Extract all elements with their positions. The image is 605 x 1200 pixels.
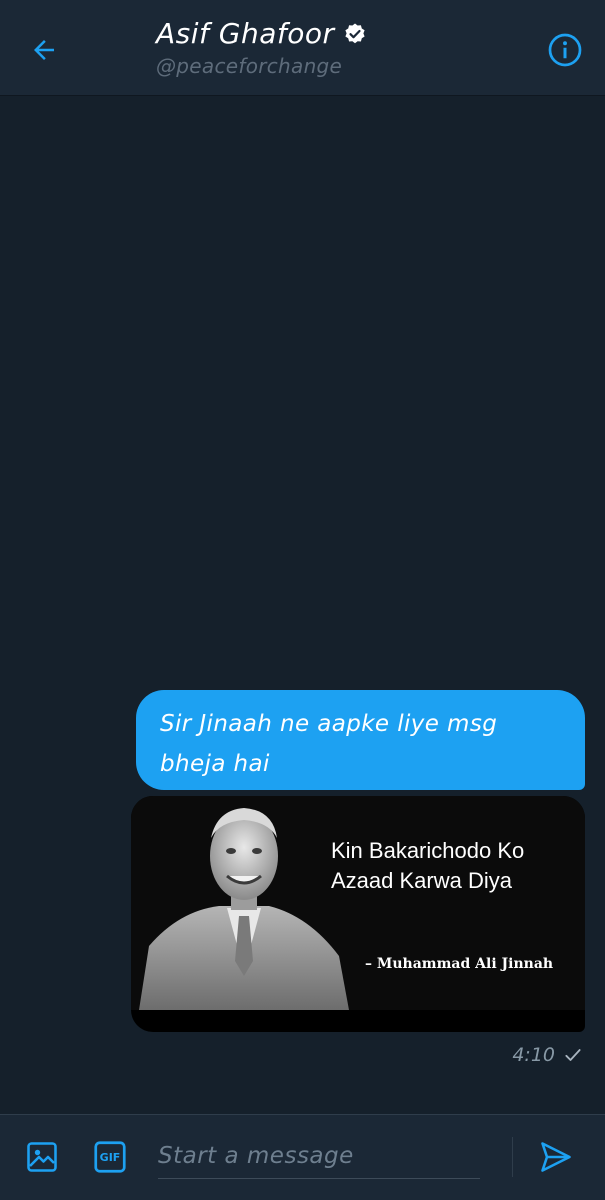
meme-quote: Kin Bakarichodo Ko Azaad Karwa Diya [331,836,524,896]
dm-conversation-screen: Asif Ghafoor @peaceforchange Sir Jinaah … [0,0,605,1200]
info-icon [548,33,582,67]
contact-name: Asif Ghafoor [156,17,335,50]
conversation-header: Asif Ghafoor @peaceforchange [0,0,605,96]
sent-message-bubble[interactable]: Sir Jinaah ne aapke liye msg bheja hai [136,690,585,790]
meme-image: Kin Bakarichodo Ko Azaad Karwa Diya – Mu… [131,796,585,1010]
check-icon [565,1049,581,1061]
back-button[interactable] [22,28,66,72]
info-button[interactable] [545,30,585,70]
message-input[interactable] [158,1133,480,1178]
meme-quote-line-1: Kin Bakarichodo Ko [331,838,525,863]
composer-divider [512,1137,513,1177]
arrow-left-icon [34,40,54,60]
contact-handle: @peaceforchange [156,54,343,78]
message-input-wrapper [158,1133,480,1179]
image-icon [27,1142,57,1172]
add-image-button[interactable] [20,1135,64,1179]
send-icon [541,1142,571,1172]
message-media-image[interactable]: Kin Bakarichodo Ko Azaad Karwa Diya – Mu… [131,796,585,1032]
meme-author: – Muhammad Ali Jinnah [365,956,554,972]
send-button[interactable] [534,1135,578,1179]
verified-badge-icon [343,22,367,46]
gif-label: GIF [99,1150,121,1164]
add-gif-button[interactable]: GIF [88,1135,132,1179]
message-meta: 4:10 [512,1044,583,1066]
conversation-title-block[interactable]: Asif Ghafoor @peaceforchange [156,14,367,78]
message-timestamp: 4:10 [512,1044,555,1066]
meme-quote-line-2: Azaad Karwa Diya [331,868,512,893]
message-list[interactable]: Sir Jinaah ne aapke liye msg bheja hai K… [0,96,605,1114]
portrait-photo [139,796,349,1010]
message-composer: GIF [0,1114,605,1200]
